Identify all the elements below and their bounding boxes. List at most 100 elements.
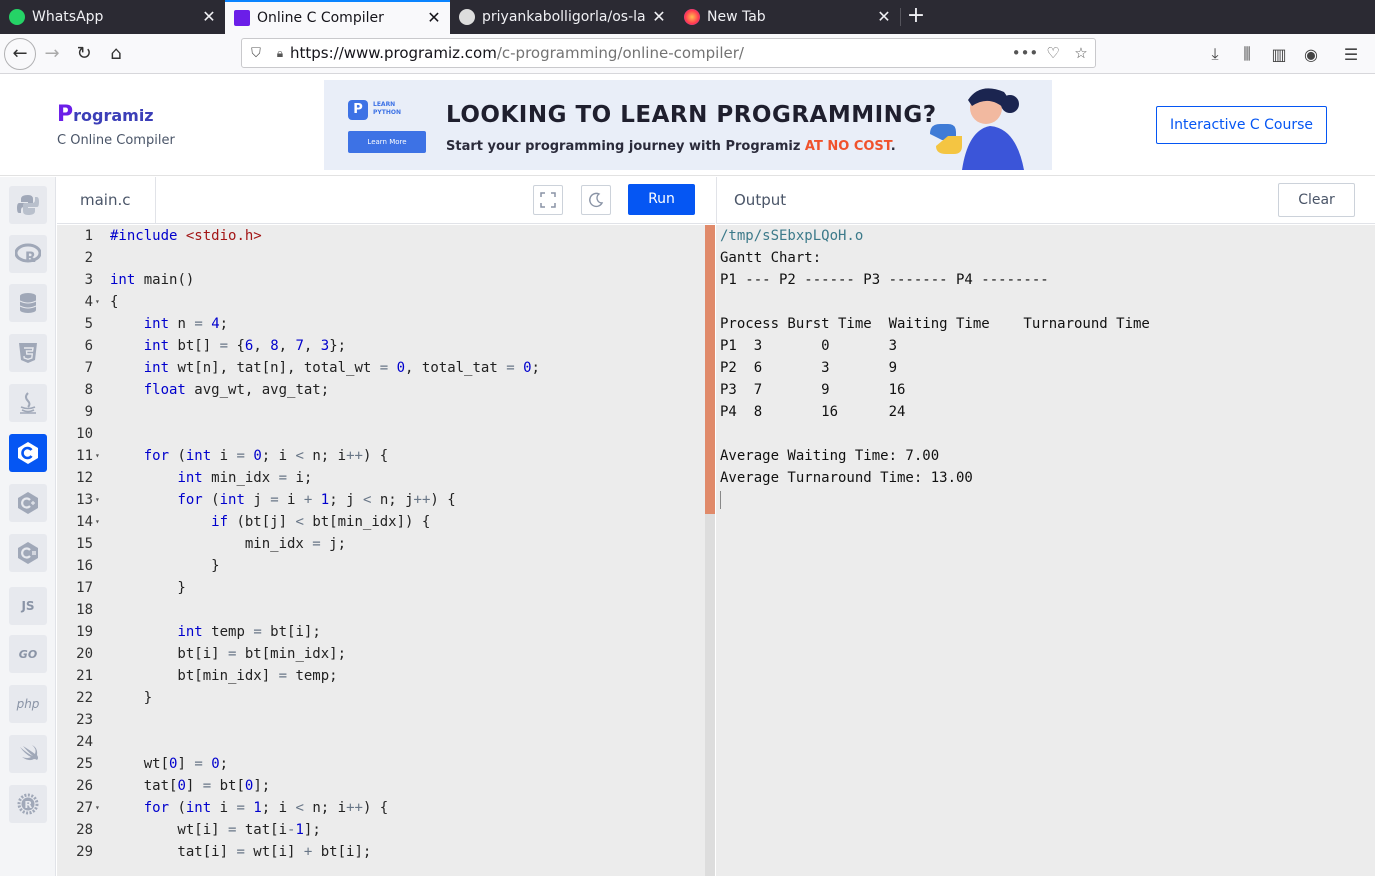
fullscreen-button[interactable] xyxy=(533,185,563,215)
code-line[interactable]: 22 } xyxy=(57,687,705,709)
code-line[interactable]: 6 int bt[] = {6, 8, 7, 3}; xyxy=(57,335,705,357)
code-line[interactable]: 19 int temp = bt[i]; xyxy=(57,621,705,643)
python-icon[interactable] xyxy=(9,186,47,224)
tab-title: WhatsApp xyxy=(32,9,104,25)
tab-new-tab[interactable]: New Tab ✕ xyxy=(675,0,900,34)
tab-whatsapp[interactable]: WhatsApp ✕ xyxy=(0,0,225,34)
code-line[interactable]: 24 xyxy=(57,731,705,753)
bookmark-star-icon[interactable]: ☆ xyxy=(1067,44,1095,62)
tab-title: priyankabolligorla/os-la xyxy=(482,9,646,25)
clear-button[interactable]: Clear xyxy=(1278,183,1355,217)
code-line[interactable]: 28 wt[i] = tat[i-1]; xyxy=(57,819,705,841)
dark-mode-toggle[interactable] xyxy=(581,185,611,215)
account-icon[interactable]: ◉ xyxy=(1295,38,1327,70)
editor-toolbar: main.c Run xyxy=(57,177,715,224)
close-icon[interactable]: ✕ xyxy=(651,9,667,25)
shield-icon[interactable]: ⛉ xyxy=(242,46,270,61)
csharp-icon[interactable] xyxy=(9,534,47,572)
code-line[interactable]: 29 tat[i] = wt[i] + bt[i]; xyxy=(57,841,705,863)
menu-icon[interactable]: ☰ xyxy=(1335,38,1367,70)
pocket-icon[interactable]: ♡ xyxy=(1039,44,1067,62)
back-button[interactable]: ← xyxy=(4,37,36,70)
tab-online-c-compiler[interactable]: Online C Compiler ✕ xyxy=(225,0,450,34)
lock-icon[interactable]: 🔒︎ xyxy=(270,46,290,61)
close-icon[interactable]: ✕ xyxy=(201,9,217,25)
code-line[interactable]: 11 ▾ for (int i = 0; i < n; i++) { xyxy=(57,445,705,467)
page-actions-icon[interactable]: ••• xyxy=(1011,44,1039,62)
code-text: min_idx = j; xyxy=(110,536,347,552)
programiz-logo[interactable]: Programiz xyxy=(57,102,154,127)
code-line[interactable]: 5 int n = 4; xyxy=(57,313,705,335)
swift-icon[interactable] xyxy=(9,735,47,773)
c-language-icon[interactable] xyxy=(9,434,47,472)
code-line[interactable]: 12 int min_idx = i; xyxy=(57,467,705,489)
panel-splitter[interactable] xyxy=(705,225,715,876)
code-line[interactable]: 20 bt[i] = bt[min_idx]; xyxy=(57,643,705,665)
code-text: int n = 4; xyxy=(143,316,229,332)
svg-text:R: R xyxy=(25,800,33,811)
forward-button[interactable]: → xyxy=(36,38,68,70)
sidebar-icon[interactable]: ▥ xyxy=(1263,38,1295,70)
output-toolbar: Output Clear xyxy=(716,177,1375,224)
interactive-c-course-button[interactable]: Interactive C Course xyxy=(1156,106,1327,144)
code-line[interactable]: 15 min_idx = j; xyxy=(57,533,705,555)
line-number: 19 xyxy=(76,624,93,640)
code-line[interactable]: 7 int wt[n], tat[n], total_wt = 0, total… xyxy=(57,357,705,379)
code-line[interactable]: 3 int main() xyxy=(57,269,705,291)
code-line[interactable]: 1 #include <stdio.h> xyxy=(57,225,705,247)
reload-button[interactable]: ↻ xyxy=(68,38,100,70)
home-button[interactable]: ⌂ xyxy=(100,38,132,70)
java-icon[interactable] xyxy=(9,384,47,422)
ad-banner[interactable]: P LEARN PYTHON Learn More LOOKING TO LEAR… xyxy=(324,80,1052,170)
code-line[interactable]: 18 xyxy=(57,599,705,621)
download-icon[interactable]: ⤓ xyxy=(1199,38,1231,70)
line-number: 10 xyxy=(76,426,93,442)
code-line[interactable]: 26 tat[0] = bt[0]; xyxy=(57,775,705,797)
php-icon[interactable]: php xyxy=(9,685,47,723)
editor-scrollbar-thumb[interactable] xyxy=(705,225,715,514)
code-line[interactable]: 16 } xyxy=(57,555,705,577)
code-line[interactable]: 4 ▾ { xyxy=(57,291,705,313)
close-icon[interactable]: ✕ xyxy=(876,9,892,25)
r-language-icon[interactable]: R xyxy=(9,235,47,273)
fold-arrow-icon[interactable]: ▾ xyxy=(95,291,100,313)
programiz-p-icon: P xyxy=(348,100,368,120)
output-line: P4 8 16 24 xyxy=(720,404,906,420)
code-line[interactable]: 14 ▾ if (bt[j] < bt[min_idx]) { xyxy=(57,511,705,533)
library-icon[interactable]: ⫼ xyxy=(1231,38,1263,70)
learn-more-button[interactable]: Learn More xyxy=(348,131,426,153)
tab-github[interactable]: priyankabolligorla/os-la ✕ xyxy=(450,0,675,34)
output-console[interactable]: /tmp/sSEbxpLQoH.o Gantt Chart: P1 --- P2 -… xyxy=(716,225,1375,876)
fold-arrow-icon[interactable]: ▾ xyxy=(95,511,100,533)
fold-arrow-icon[interactable]: ▾ xyxy=(95,797,100,819)
code-line[interactable]: 2 xyxy=(57,247,705,269)
url-bar[interactable]: ⛉ 🔒︎ https://www.programiz.com/c-program… xyxy=(241,38,1096,68)
rust-icon[interactable]: R xyxy=(9,785,47,823)
go-icon[interactable]: GO xyxy=(9,635,47,673)
run-button[interactable]: Run xyxy=(628,184,695,215)
tab-title: New Tab xyxy=(707,9,766,25)
code-line[interactable]: 23 xyxy=(57,709,705,731)
tab-title: Online C Compiler xyxy=(257,10,384,26)
database-icon[interactable] xyxy=(9,284,47,322)
code-line[interactable]: 17 } xyxy=(57,577,705,599)
fold-arrow-icon[interactable]: ▾ xyxy=(95,445,100,467)
code-line[interactable]: 27 ▾ for (int i = 1; i < n; i++) { xyxy=(57,797,705,819)
new-tab-button[interactable]: + xyxy=(901,0,931,34)
code-line[interactable]: 8 float avg_wt, avg_tat; xyxy=(57,379,705,401)
language-sidebar: R JS GO php R xyxy=(0,177,56,876)
code-line[interactable]: 13 ▾ for (int j = i + 1; j < n; j++) { xyxy=(57,489,705,511)
code-editor[interactable]: 1 #include <stdio.h> 2 3 int main() 4 ▾{5 int … xyxy=(57,225,705,876)
code-line[interactable]: 21 bt[min_idx] = temp; xyxy=(57,665,705,687)
fold-arrow-icon[interactable]: ▾ xyxy=(95,489,100,511)
code-line[interactable]: 25 wt[0] = 0; xyxy=(57,753,705,775)
code-text: for (int j = i + 1; j < n; j++) { xyxy=(177,492,456,508)
file-tab-main-c[interactable]: main.c xyxy=(57,177,156,224)
html5-icon[interactable] xyxy=(9,334,47,372)
javascript-icon[interactable]: JS xyxy=(9,587,47,625)
code-line[interactable]: 10 xyxy=(57,423,705,445)
cpp-icon[interactable] xyxy=(9,484,47,522)
code-text: int wt[n], tat[n], total_wt = 0, total_t… xyxy=(143,360,540,376)
close-icon[interactable]: ✕ xyxy=(426,10,442,26)
code-line[interactable]: 9 xyxy=(57,401,705,423)
